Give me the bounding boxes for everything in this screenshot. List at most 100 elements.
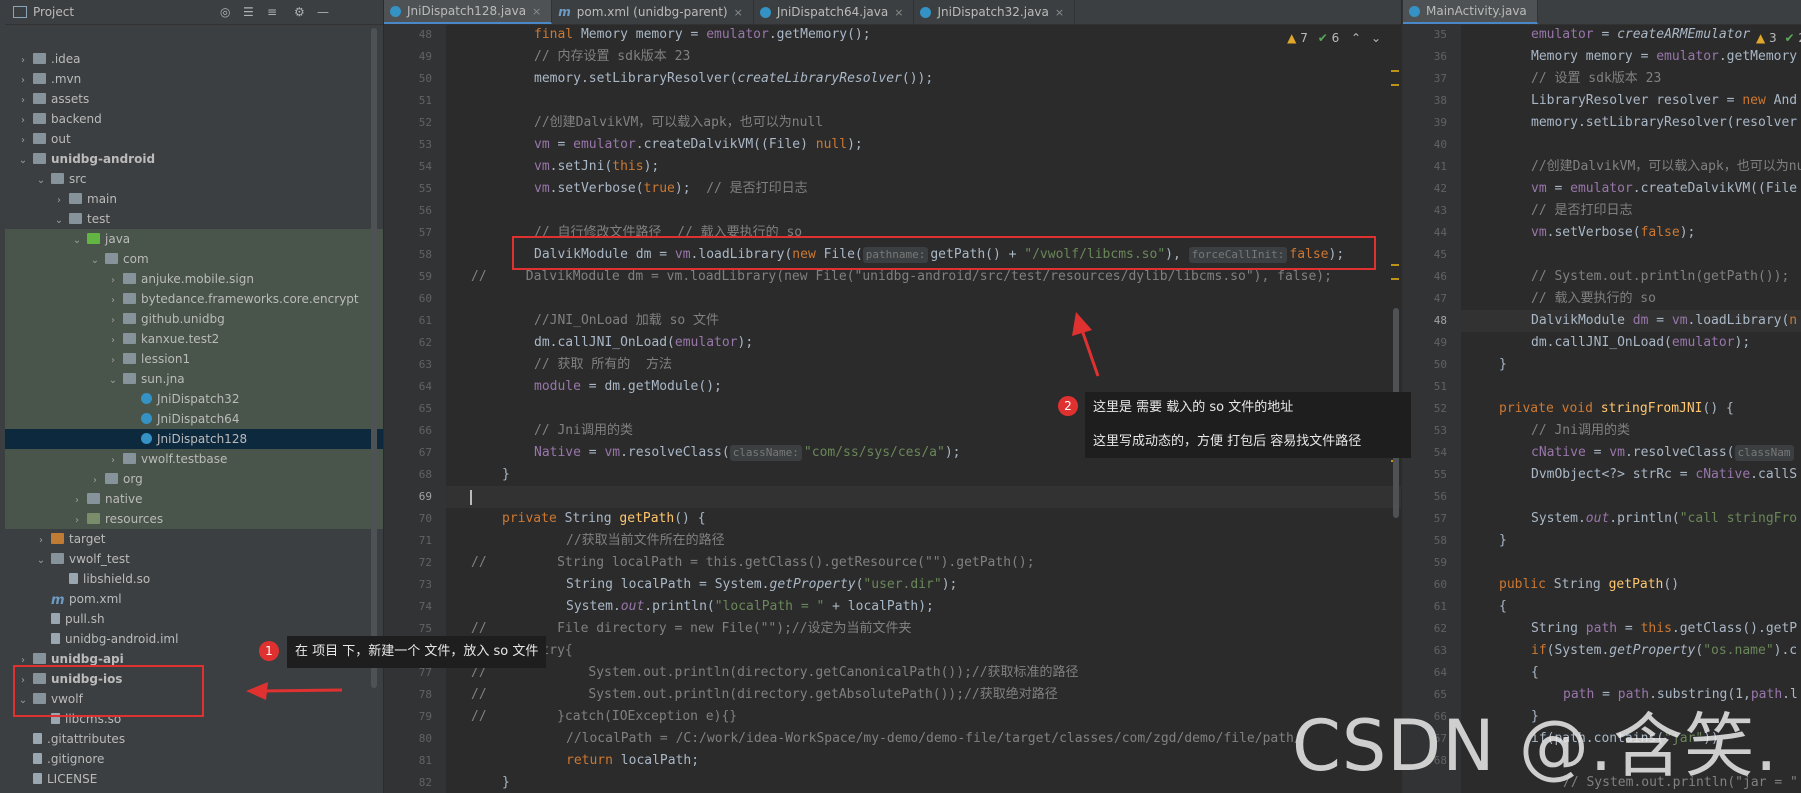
code-line-53[interactable]: vm = emulator.createDalvikVM((File) null… [384, 134, 1401, 156]
tree-item[interactable]: JniDispatch128 [5, 429, 383, 449]
r-line-44[interactable]: vm.setVerbose(false); [1403, 222, 1801, 244]
tab-jnidispatch128[interactable]: JniDispatch128.java × [384, 0, 553, 24]
tree-item[interactable]: › backend [5, 109, 383, 129]
code-line-62[interactable]: dm.callJNI_OnLoad(emulator); [384, 332, 1401, 354]
expand-all-icon[interactable]: ≡ [267, 5, 277, 19]
target-icon[interactable]: ◎ [220, 5, 230, 19]
line-number[interactable]: 56 [1407, 486, 1447, 508]
tree-item[interactable]: ⌄ test [5, 209, 383, 229]
r-line-53[interactable]: // Jni调用的类 [1403, 420, 1801, 442]
r-line-50[interactable]: } [1403, 354, 1801, 376]
r-line-54[interactable]: cNative = vm.resolveClass(classNam [1403, 442, 1801, 464]
r-line-55[interactable]: DvmObject<?> strRc = cNative.callS [1403, 464, 1801, 486]
tree-item[interactable]: pull.sh [5, 609, 383, 629]
r-line-60[interactable]: public String getPath() [1403, 574, 1801, 596]
r-line-48[interactable]: DalvikModule dm = vm.loadLibrary(n [1403, 310, 1801, 332]
gear-icon[interactable]: ⚙ [294, 5, 305, 19]
chevron-right-icon[interactable]: › [35, 531, 47, 551]
r-line-64[interactable]: { [1403, 662, 1801, 684]
tree-item[interactable]: LICENSE [5, 769, 383, 789]
chevron-right-icon[interactable]: › [107, 291, 119, 311]
code-line-49[interactable]: // 内存设置 sdk版本 23 [384, 46, 1401, 68]
tree-item[interactable]: › resources [5, 509, 383, 529]
code-line-69[interactable] [384, 486, 1401, 508]
tab-jnidispatch32[interactable]: JniDispatch32.java × [914, 0, 1076, 24]
chevron-right-icon[interactable]: › [17, 71, 29, 91]
r-line-36[interactable]: Memory memory = emulator.getMemory [1403, 46, 1801, 68]
code-line-55[interactable]: vm.setVerbose(true); // 是否打印日志 [384, 178, 1401, 200]
tree-item[interactable]: › assets [5, 89, 383, 109]
tree-item[interactable]: ⌄ src [5, 169, 383, 189]
tab-jnidispatch64[interactable]: JniDispatch64.java × [754, 0, 915, 24]
code-line-72[interactable]: // String localPath = this.getClass().ge… [384, 552, 1401, 574]
tree-item[interactable]: › bytedance.frameworks.core.encrypt [5, 289, 383, 309]
tree-item[interactable]: › vwolf.testbase [5, 449, 383, 469]
chevron-down-icon[interactable]: ⌄ [35, 171, 47, 191]
tree-item[interactable]: ⌄ vwolf_test [5, 549, 383, 569]
r-line-49[interactable]: dm.callJNI_OnLoad(emulator); [1403, 332, 1801, 354]
code-line-82[interactable]: } [384, 772, 1401, 793]
tree-item[interactable]: › target [5, 529, 383, 549]
chevron-right-icon[interactable]: › [71, 491, 83, 511]
chevron-right-icon[interactable]: › [71, 511, 83, 531]
r-line-37[interactable]: // 设置 sdk版本 23 [1403, 68, 1801, 90]
tree-item[interactable]: › main [5, 189, 383, 209]
line-number[interactable]: 59 [1407, 552, 1447, 574]
r-line-62[interactable]: String path = this.getClass().getP [1403, 618, 1801, 640]
line-number[interactable]: 51 [392, 90, 432, 112]
tree-item[interactable]: › native [5, 489, 383, 509]
close-icon[interactable]: × [734, 6, 743, 19]
chevron-right-icon[interactable]: › [107, 331, 119, 351]
chevron-right-icon[interactable]: › [107, 311, 119, 331]
code-line-52[interactable]: //创建DalvikVM，可以载入apk，也可以为null [384, 112, 1401, 134]
code-line-80[interactable]: //localPath = /C:/work/idea-WorkSpace/my… [384, 728, 1401, 750]
code-line-73[interactable]: String localPath = System.getProperty("u… [384, 574, 1401, 596]
code-line-63[interactable]: // 获取 所有的 方法 [384, 354, 1401, 376]
tree-item[interactable]: › out [5, 129, 383, 149]
r-line-52[interactable]: private void stringFromJNI() { [1403, 398, 1801, 420]
chevron-right-icon[interactable]: › [107, 451, 119, 471]
project-scrollbar[interactable] [371, 28, 377, 688]
r-line-42[interactable]: vm = emulator.createDalvikVM((File [1403, 178, 1801, 200]
chevron-down-icon[interactable]: ⌄ [17, 151, 29, 171]
chevron-right-icon[interactable]: › [17, 51, 29, 71]
chevron-right-icon[interactable]: › [17, 131, 29, 151]
line-number[interactable]: 45 [1407, 244, 1447, 266]
warning-marker[interactable] [1391, 264, 1399, 266]
code-line-78[interactable]: // System.out.println(directory.getAbsol… [384, 684, 1401, 706]
r-line-46[interactable]: // System.out.println(getPath()); [1403, 266, 1801, 288]
code-line-68[interactable]: } [384, 464, 1401, 486]
r-line-43[interactable]: // 是否打印日志 [1403, 200, 1801, 222]
r-line-58[interactable]: } [1403, 530, 1801, 552]
code-line-50[interactable]: memory.setLibraryResolver(createLibraryR… [384, 68, 1401, 90]
tree-item[interactable]: › github.unidbg [5, 309, 383, 329]
close-icon[interactable]: × [532, 5, 541, 18]
warning-marker[interactable] [1391, 278, 1399, 280]
code-line-48[interactable]: final Memory memory = emulator.getMemory… [384, 24, 1401, 46]
r-line-57[interactable]: System.out.println("call stringFro [1403, 508, 1801, 530]
minimize-icon[interactable]: — [317, 5, 329, 19]
tab-pom[interactable]: m pom.xml (unidbg-parent) × [552, 0, 754, 24]
chevron-right-icon[interactable]: › [17, 91, 29, 111]
code-line-74[interactable]: System.out.println("localPath = " + loca… [384, 596, 1401, 618]
chevron-down-icon[interactable]: ⌄ [71, 231, 83, 251]
line-number[interactable]: 56 [392, 200, 432, 222]
tree-item[interactable]: › anjuke.mobile.sign [5, 269, 383, 289]
chevron-right-icon[interactable]: › [89, 471, 101, 491]
tree-item[interactable]: ⌄ java [5, 229, 383, 249]
code-line-81[interactable]: return localPath; [384, 750, 1401, 772]
close-icon[interactable]: × [894, 6, 903, 19]
code-line-71[interactable]: //获取当前文件所在的路径 [384, 530, 1401, 552]
line-number[interactable]: 40 [1407, 134, 1447, 156]
tree-item[interactable]: ⌄ unidbg-android [5, 149, 383, 169]
chevron-right-icon[interactable]: › [53, 191, 65, 211]
tab-mainactivity[interactable]: MainActivity.java [1403, 0, 1538, 24]
line-number[interactable]: 60 [392, 288, 432, 310]
warning-marker[interactable] [1391, 84, 1399, 86]
tree-item[interactable]: › .idea [5, 49, 383, 69]
chevron-right-icon[interactable]: › [107, 271, 119, 291]
tree-item[interactable]: › .mvn [5, 69, 383, 89]
tree-item[interactable]: libshield.so [5, 569, 383, 589]
tree-item[interactable]: › kanxue.test2 [5, 329, 383, 349]
chevron-down-icon[interactable]: ⌄ [107, 371, 119, 391]
